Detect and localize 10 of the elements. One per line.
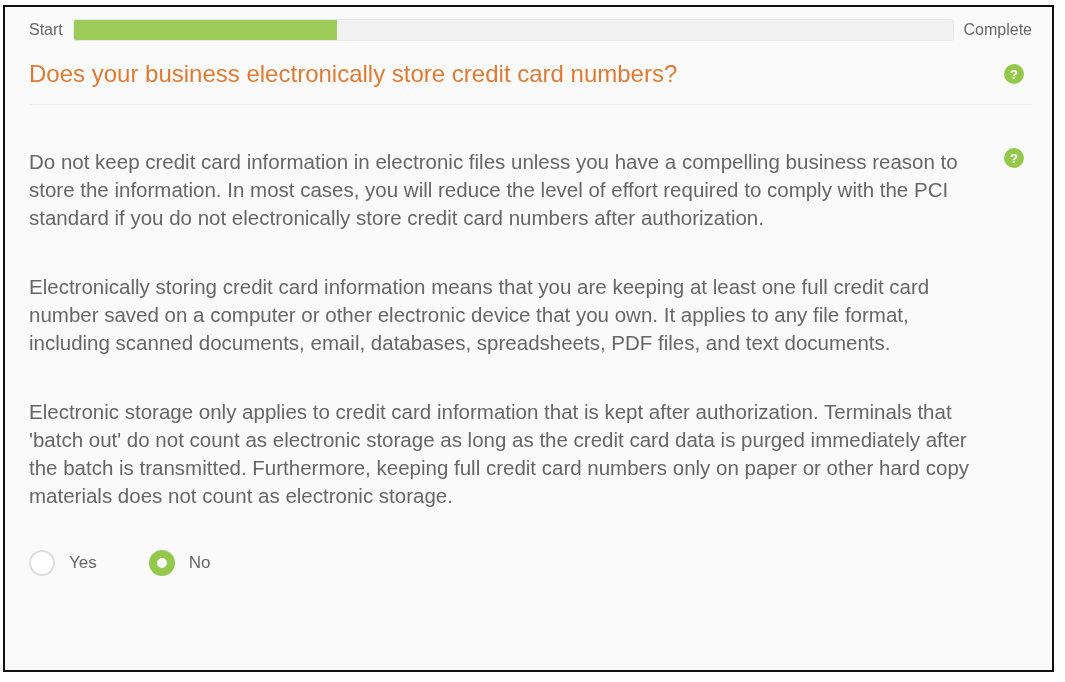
radio-option[interactable]: No (148, 550, 211, 576)
radio-icon[interactable] (148, 550, 175, 576)
explanation-paragraph: Electronic storage only applies to credit card information that is kept after authorization. Terminals that 'batch out' do not count as electronic storage as long as the credit card data is purged immediately after the batch is transmitted. Furthermore, keeping full credit card numbers only on paper or other hard copy materials does not count as electronic storage. (29, 399, 971, 509)
question-title: Does your business electronically store credit card numbers? (29, 60, 678, 88)
progress-start-label: Start (29, 21, 63, 39)
progress-end-label: Complete (963, 21, 1032, 39)
radio-option[interactable]: Yes (29, 550, 97, 576)
explanation-paragraph: Electronically storing credit card information means that you are keeping at least one full credit card number saved on a computer or other electronic device that you own. It applies to any file format, including scanned documents, email, databases, spreadsheets, PDF files, and text documents. (29, 274, 931, 356)
radio-icon[interactable] (29, 550, 55, 576)
explanation-paragraph: Do not keep credit card information in electronic files unless you have a compelling business reason to store the information. In most cases, you will reduce the level of effort required to comply with the PCI standard if you do not electronically store credit card numbers after authorization. (29, 149, 959, 231)
